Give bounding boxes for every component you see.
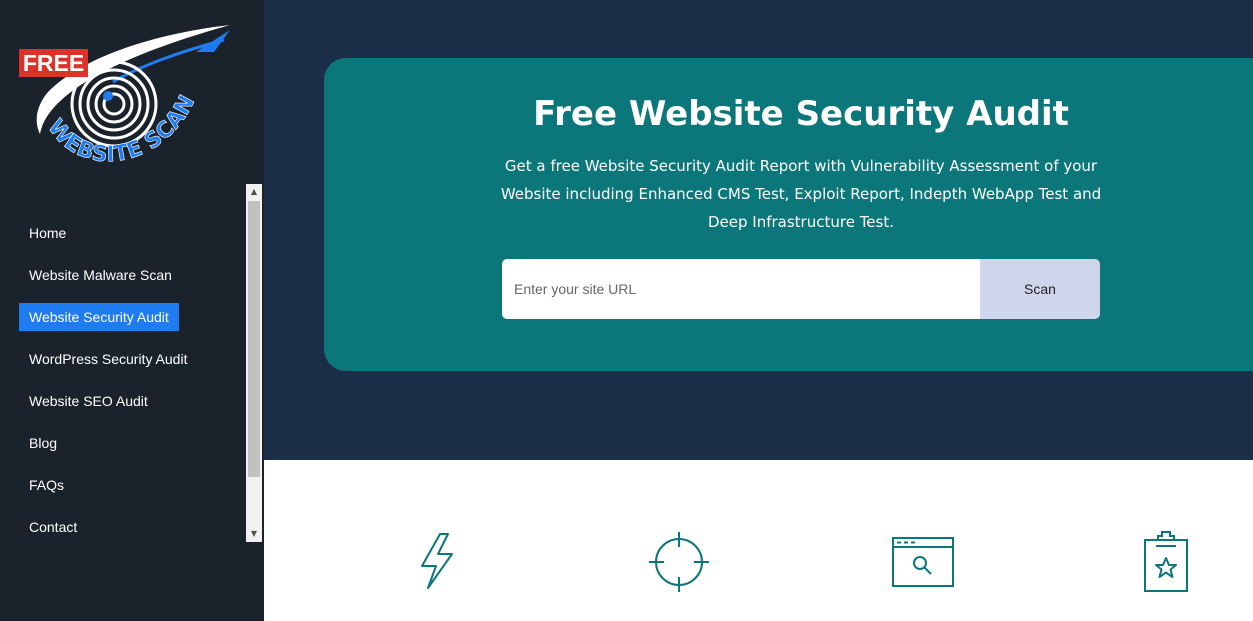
nav-scroll-area: Home Website Malware Scan Website Securi…: [0, 184, 262, 542]
nav-item-website-malware-scan[interactable]: Website Malware Scan: [19, 261, 182, 289]
scrollbar-thumb[interactable]: [248, 201, 260, 477]
browser-search-icon: [892, 537, 954, 587]
site-logo[interactable]: WEBSITE SCAN FREE: [18, 22, 234, 178]
site-url-input[interactable]: [502, 259, 980, 319]
logo-icon: WEBSITE SCAN: [36, 25, 230, 168]
main-nav: Home Website Malware Scan Website Securi…: [19, 219, 197, 555]
clipboard-star-icon: [1144, 531, 1188, 592]
nav-item-faqs[interactable]: FAQs: [19, 471, 74, 499]
url-scan-form: Scan: [502, 259, 1100, 319]
page-title: Free Website Security Audit: [533, 94, 1069, 134]
nav-item-blog[interactable]: Blog: [19, 429, 67, 457]
lightning-icon: [421, 533, 453, 589]
scan-button[interactable]: Scan: [980, 259, 1100, 319]
hero-description: Get a free Website Security Audit Report…: [500, 157, 1102, 231]
nav-scrollbar[interactable]: ▲ ▼: [246, 184, 262, 542]
scroll-up-arrow-icon[interactable]: ▲: [246, 184, 262, 200]
nav-item-contact[interactable]: Contact: [19, 513, 87, 541]
nav-item-website-seo-audit[interactable]: Website SEO Audit: [19, 387, 158, 415]
scroll-down-arrow-icon[interactable]: ▼: [246, 526, 262, 542]
nav-item-wordpress-security-audit[interactable]: WordPress Security Audit: [19, 345, 197, 373]
hero-card: Free Website Security Audit Get a free W…: [324, 58, 1253, 371]
free-badge: FREE: [19, 49, 88, 77]
sidebar: WEBSITE SCAN FREE Home Website Malware S…: [0, 0, 264, 621]
nav-item-website-security-audit[interactable]: Website Security Audit: [19, 303, 179, 331]
nav-item-home[interactable]: Home: [19, 219, 76, 247]
crosshair-icon: [649, 532, 709, 592]
